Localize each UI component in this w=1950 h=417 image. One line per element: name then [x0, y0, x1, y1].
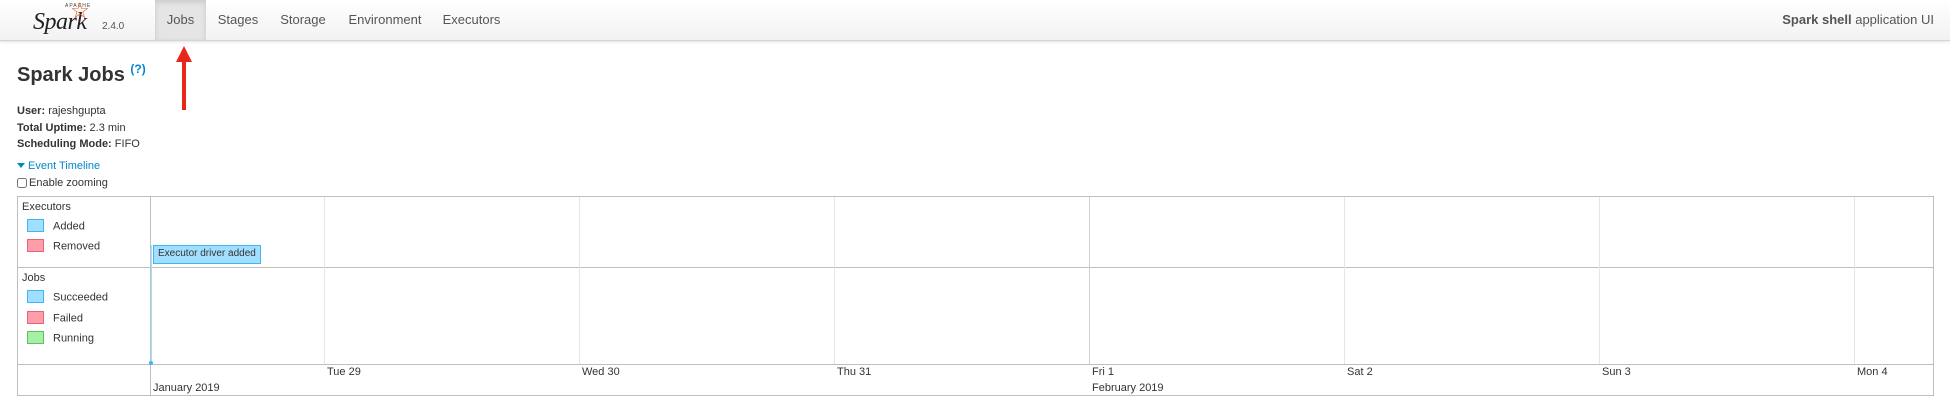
axis-month-label: February 2019: [1092, 382, 1164, 394]
navbar: APACHE Spark ☆ 2.4.0 Jobs Stages Storage…: [0, 0, 1950, 41]
legend-removed: Removed: [27, 239, 101, 253]
grid-line: [1089, 197, 1090, 364]
jobs-title: Jobs: [22, 272, 46, 284]
executors-group: Executors Added Removed: [18, 197, 150, 268]
app-title: Spark shell application UI: [1782, 0, 1934, 39]
help-link[interactable]: (?): [130, 62, 145, 76]
user-row: User: rajeshgupta: [17, 103, 140, 120]
scheduling-mode-row: Scheduling Mode: FIFO: [17, 136, 140, 153]
legend-swatch-removed: [27, 239, 44, 252]
spark-star-icon: ☆: [70, 0, 90, 23]
tab-jobs[interactable]: Jobs: [155, 0, 206, 40]
event-timeline-toggle[interactable]: Event Timeline: [17, 160, 100, 172]
legend-added: Added: [27, 219, 85, 233]
axis-tick-label: Mon 4: [1857, 366, 1888, 378]
legend-label-removed: Removed: [53, 240, 101, 253]
zoom-row: Enable zooming: [17, 177, 108, 189]
legend-failed: Failed: [27, 311, 83, 325]
spark-logo[interactable]: APACHE Spark ☆ 2.4.0: [30, 0, 130, 40]
tab-environment[interactable]: Environment: [344, 0, 426, 40]
enable-zooming-checkbox[interactable]: [17, 178, 27, 189]
spark-version: 2.4.0: [102, 21, 125, 32]
red-arrow-annotation: [176, 46, 192, 110]
grid-line: [1344, 197, 1345, 364]
legend-swatch-added: [27, 219, 44, 232]
executor-event-line: [151, 245, 152, 364]
grid-line: [1599, 197, 1600, 364]
page-title: Spark Jobs (?): [17, 62, 146, 87]
grid-line: [579, 197, 580, 364]
legend-label-failed: Failed: [53, 312, 83, 325]
executors-title: Executors: [22, 201, 71, 213]
tab-stages[interactable]: Stages: [212, 0, 264, 40]
uptime-row: Total Uptime: 2.3 min: [17, 120, 140, 137]
caret-down-icon: [17, 162, 25, 168]
axis-tick-label: Fri 1: [1092, 366, 1114, 378]
legend-running: Running: [27, 331, 94, 345]
axis-tick-label: Sun 3: [1602, 366, 1631, 378]
user-value: rajeshgupta: [48, 105, 106, 117]
app-name: Spark shell: [1782, 12, 1852, 27]
scheduling-mode-label: Scheduling Mode:: [17, 138, 112, 150]
enable-zooming-label[interactable]: Enable zooming: [29, 177, 108, 189]
legend-swatch-failed: [27, 311, 44, 324]
uptime-label: Total Uptime:: [17, 121, 87, 134]
row-separator: [151, 267, 1933, 268]
axis-tick-label: Tue 29: [327, 366, 361, 378]
jobs-group: Jobs Succeeded Failed Running: [18, 268, 150, 365]
executor-driver-added-event[interactable]: Executor driver added: [153, 245, 261, 264]
legend-succeeded: Succeeded: [27, 290, 109, 304]
axis-tick-label: Sat 2: [1347, 366, 1373, 378]
axis-separator: [151, 364, 1933, 365]
grid-line: [834, 197, 835, 364]
executor-event-dot: [149, 361, 153, 365]
grid-line: [1854, 197, 1855, 364]
uptime-value: 2.3 min: [89, 121, 126, 134]
axis-month-label: January 2019: [153, 382, 220, 394]
event-timeline: Executors Added Removed Jobs Succeeded F…: [17, 196, 1934, 396]
app-title-suffix: application UI: [1851, 12, 1934, 27]
scheduling-mode-value: FIFO: [114, 138, 140, 150]
timeline-plot-area[interactable]: Executor driver added Tue 29 Wed 30 Thu …: [149, 197, 1933, 395]
event-timeline-label: Event Timeline: [28, 160, 101, 172]
legend-swatch-succeeded: [27, 290, 44, 303]
legend-swatch-running: [27, 331, 44, 344]
job-summary: User: rajeshgupta Total Uptime: 2.3 min …: [17, 103, 140, 153]
timeline-legend-column: Executors Added Removed Jobs Succeeded F…: [18, 197, 151, 395]
user-label: User:: [17, 105, 46, 117]
axis-tick-label: Thu 31: [837, 366, 872, 378]
tab-executors[interactable]: Executors: [438, 0, 505, 40]
tab-storage[interactable]: Storage: [276, 0, 330, 40]
legend-label-succeeded: Succeeded: [53, 291, 109, 304]
legend-label-running: Running: [53, 332, 94, 345]
axis-tick-label: Wed 30: [582, 366, 620, 378]
legend-label-added: Added: [53, 220, 85, 233]
grid-line: [324, 197, 325, 364]
page-title-text: Spark Jobs: [17, 64, 125, 86]
